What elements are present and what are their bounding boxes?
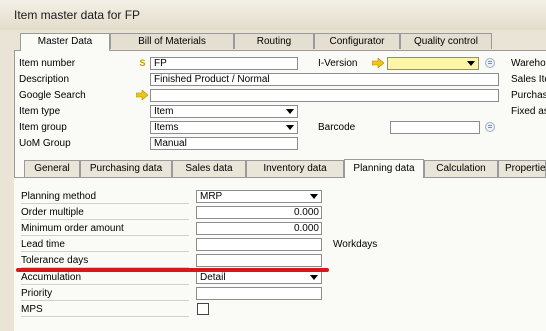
lead-time-unit: Workdays	[333, 239, 378, 250]
chevron-down-icon	[467, 61, 475, 66]
tolerance-days-label: Tolerance days	[21, 254, 189, 268]
order-multiple-label: Order multiple	[21, 206, 189, 220]
google-search-field[interactable]	[150, 89, 499, 102]
lead-time-label: Lead time	[21, 238, 189, 252]
right-label-sales-item: Sales Ite	[511, 74, 546, 85]
tab-purchasing-data[interactable]: Purchasing data	[80, 160, 172, 177]
item-number-label: Item number	[19, 58, 76, 69]
item-type-label: Item type	[19, 106, 61, 117]
priority-label: Priority	[21, 287, 189, 301]
tab-quality-control[interactable]: Quality control	[400, 33, 492, 49]
min-order-amount-field[interactable]: 0.000	[196, 222, 322, 235]
accumulation-dropdown[interactable]: Detail	[196, 271, 322, 284]
tab-bill-of-materials[interactable]: Bill of Materials	[110, 33, 234, 49]
tab-calculation[interactable]: Calculation	[424, 160, 498, 177]
tab-general[interactable]: General	[24, 160, 80, 177]
item-number-field[interactable]: FP	[150, 57, 298, 70]
window-title: Item master data for FP	[14, 8, 141, 22]
right-label-warehouse: Wareho	[511, 58, 546, 69]
details-icon[interactable]	[485, 122, 495, 132]
min-order-amount-label: Minimum order amount	[21, 222, 189, 236]
iversion-dropdown[interactable]	[387, 57, 479, 70]
item-group-value: Items	[154, 122, 179, 133]
tab-master-data[interactable]: Master Data	[20, 33, 110, 51]
chevron-down-icon	[286, 109, 294, 114]
tab-inventory-data[interactable]: Inventory data	[246, 160, 344, 177]
google-search-label: Google Search	[19, 90, 86, 101]
details-icon[interactable]	[485, 58, 495, 68]
uom-group-field[interactable]: Manual	[150, 137, 298, 150]
item-type-dropdown[interactable]: Item	[150, 105, 298, 118]
priority-field[interactable]	[196, 287, 322, 300]
tab-planning-data[interactable]: Planning data	[344, 159, 424, 178]
tab-sales-data[interactable]: Sales data	[172, 160, 246, 177]
description-label: Description	[19, 74, 70, 85]
right-label-fixed-asset: Fixed as	[511, 106, 546, 117]
annotation-underline	[16, 268, 329, 272]
uom-group-label: UoM Group	[19, 138, 71, 149]
description-field[interactable]: Finished Product / Normal	[150, 73, 499, 86]
title-bar: Item master data for FP	[0, 0, 546, 30]
barcode-label: Barcode	[318, 122, 356, 133]
planning-method-dropdown[interactable]: MRP	[196, 190, 322, 203]
order-multiple-field[interactable]: 0.000	[196, 206, 322, 219]
item-type-value: Item	[154, 106, 174, 117]
iversion-label: I-Version	[318, 58, 358, 69]
mps-checkbox[interactable]	[197, 303, 209, 315]
chevron-down-icon	[310, 275, 318, 280]
barcode-field[interactable]	[390, 121, 480, 134]
link-arrow-icon[interactable]	[372, 58, 384, 68]
item-group-label: Item group	[19, 122, 67, 133]
tab-routing[interactable]: Routing	[234, 33, 314, 49]
chevron-down-icon	[286, 125, 294, 130]
planning-method-value: MRP	[200, 191, 223, 202]
series-icon[interactable]: S	[138, 58, 147, 68]
sub-tab-bar: General Purchasing data Sales data Inven…	[14, 159, 546, 178]
tab-configurator[interactable]: Configurator	[314, 33, 400, 49]
lead-time-field[interactable]	[196, 238, 322, 251]
accumulation-value: Detail	[200, 272, 226, 283]
accumulation-label: Accumulation	[21, 271, 189, 285]
planning-method-label: Planning method	[21, 190, 189, 204]
tab-properties[interactable]: Properties	[498, 160, 546, 177]
chevron-down-icon	[310, 194, 318, 199]
item-group-dropdown[interactable]: Items	[150, 121, 298, 134]
link-arrow-icon[interactable]	[136, 90, 148, 100]
mps-label: MPS	[21, 303, 189, 317]
tolerance-days-field[interactable]	[196, 254, 322, 267]
right-label-purchase: Purchas	[511, 90, 546, 101]
